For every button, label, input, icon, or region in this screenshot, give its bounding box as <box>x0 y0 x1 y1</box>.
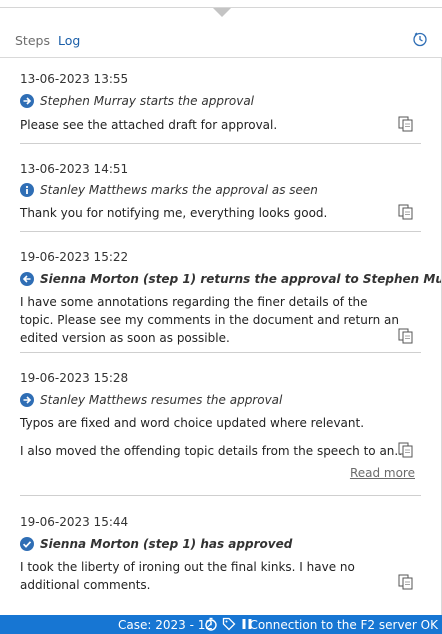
log-comment: Thank you for notifying me, everything l… <box>20 206 328 220</box>
arrow-right-circle-icon <box>20 393 34 407</box>
collapse-arrow-icon[interactable] <box>213 8 231 17</box>
log-timestamp: 13-06-2023 13:55 <box>20 72 129 86</box>
log-action: Stanley Matthews resumes the approval <box>20 393 282 407</box>
log-action-text: Sienna Morton (step 1) returns the appro… <box>40 272 442 286</box>
top-divider <box>0 0 442 8</box>
arrow-right-circle-icon <box>20 94 34 108</box>
log-timestamp: 19-06-2023 15:44 <box>20 515 129 529</box>
connection-status: Connection to the F2 server OK <box>249 618 438 632</box>
log-comment-line1: Typos are fixed and word choice updated … <box>20 416 365 430</box>
tag-icon[interactable] <box>222 617 236 631</box>
copy-icon[interactable] <box>398 574 413 590</box>
case-number[interactable]: Case: 2023 - 12 <box>118 618 213 632</box>
tab-bar: Steps Log <box>15 33 80 48</box>
stopwatch-icon[interactable] <box>204 617 218 631</box>
history-clock-icon[interactable] <box>412 31 428 47</box>
copy-icon[interactable] <box>398 442 413 458</box>
log-action: Sienna Morton (step 1) returns the appro… <box>20 272 442 286</box>
log-action-text: Sienna Morton (step 1) has approved <box>40 537 293 551</box>
arrow-left-circle-icon <box>20 272 34 286</box>
status-bar: Case: 2023 - 12 Connection to the F2 ser… <box>0 615 442 634</box>
log-entry: 19-06-2023 15:22 Sienna Morton (step 1) … <box>20 232 441 353</box>
log-action-text: Stephen Murray starts the approval <box>40 94 255 108</box>
copy-icon[interactable] <box>398 116 413 132</box>
check-circle-icon <box>20 537 34 551</box>
log-timestamp: 13-06-2023 14:51 <box>20 162 129 176</box>
copy-icon[interactable] <box>398 204 413 220</box>
log-action-text: Stanley Matthews resumes the approval <box>40 393 283 407</box>
log-comment: Please see the attached draft for approv… <box>20 118 278 132</box>
log-entry: 13-06-2023 14:51 Stanley Matthews marks … <box>20 144 421 232</box>
log-comment-line2: I also moved the offending topic details… <box>20 444 406 458</box>
read-more-link[interactable]: Read more <box>350 466 415 480</box>
tab-steps[interactable]: Steps <box>15 33 50 48</box>
log-action: Stephen Murray starts the approval <box>20 94 254 108</box>
info-circle-icon <box>20 183 34 197</box>
copy-icon[interactable] <box>398 328 413 344</box>
log-entry: 19-06-2023 15:28 Stanley Matthews resume… <box>20 353 421 496</box>
tab-log[interactable]: Log <box>58 33 80 48</box>
log-entry: 13-06-2023 13:55 Stephen Murray starts t… <box>20 58 421 144</box>
log-entry: 19-06-2023 15:44 Sienna Morton (step 1) … <box>20 496 421 615</box>
log-timestamp: 19-06-2023 15:28 <box>20 371 129 385</box>
log-timestamp: 19-06-2023 15:22 <box>20 250 129 264</box>
log-action-text: Stanley Matthews marks the approval as s… <box>40 183 318 197</box>
log-comment: I took the liberty of ironing out the fi… <box>20 560 355 592</box>
log-action: Stanley Matthews marks the approval as s… <box>20 183 318 197</box>
log-panel: 13-06-2023 13:55 Stephen Murray starts t… <box>0 57 442 615</box>
log-comment: I have some annotations regarding the fi… <box>20 295 399 345</box>
log-action: Sienna Morton (step 1) has approved <box>20 537 292 551</box>
